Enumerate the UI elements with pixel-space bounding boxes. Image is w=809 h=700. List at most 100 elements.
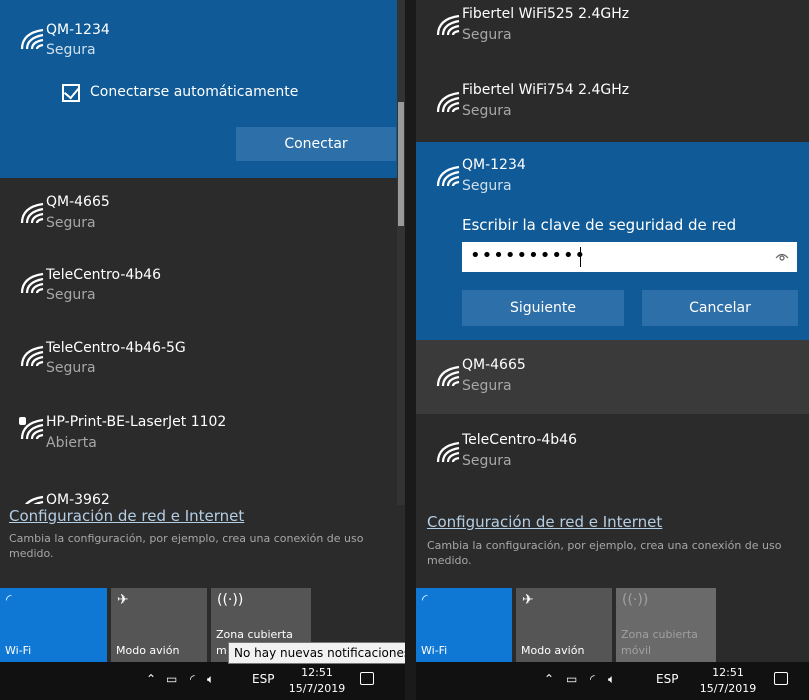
tile-label: Wi-Fi [421, 644, 448, 657]
wifi-icon: ◜ [6, 592, 12, 608]
network-status: Segura [46, 287, 96, 303]
clock-date: 15/7/2019 [288, 682, 346, 695]
network-item[interactable]: Fibertel WiFi525 2.4GHz Segura [416, 0, 809, 58]
network-settings-description: Cambia la configuración, por ejemplo, cr… [9, 532, 364, 560]
battery-icon[interactable]: ▭ [166, 672, 177, 686]
network-flyout-right: Fibertel WiFi525 2.4GHz Segura Fibertel … [416, 0, 809, 700]
wifi-signal-icon [20, 345, 45, 368]
wifi-signal-icon [20, 495, 45, 504]
language-indicator[interactable]: ESP [656, 672, 678, 686]
network-flyout-left: QM-1234 Segura Conectarse automáticament… [0, 0, 405, 700]
network-settings-link[interactable]: Configuración de red e Internet [427, 513, 662, 531]
network-status: Segura [462, 453, 512, 469]
network-status: Segura [462, 103, 512, 119]
notifications-tooltip: No hay nuevas notificaciones [228, 642, 417, 664]
network-name: TeleCentro-4b46 [462, 432, 577, 448]
password-input[interactable]: •••••••••• [462, 242, 797, 272]
wifi-signal-icon [436, 441, 461, 464]
network-item[interactable]: TeleCentro-4b46 Segura [0, 250, 405, 318]
mobile-hotspot-tile[interactable]: ((·)) Zona cubierta móvil [616, 588, 716, 662]
network-settings-section: Configuración de red e Internet Cambia l… [0, 505, 405, 588]
checkmark-icon [63, 83, 80, 100]
network-settings-description: Cambia la configuración, por ejemplo, cr… [427, 539, 782, 567]
password-mask: •••••••••• [470, 245, 587, 266]
taskbar: ⌃ ▭ ◜ 🔈︎ ESP 12:51 15/7/2019 [0, 662, 405, 700]
notification-center-icon[interactable] [774, 672, 788, 685]
network-status: Segura [462, 27, 512, 43]
network-tray-icon[interactable]: ◜ [590, 672, 595, 686]
connect-button[interactable]: Conectar [236, 127, 396, 161]
hotspot-icon: ((·)) [217, 592, 244, 608]
network-name: QM-1234 [46, 22, 110, 38]
volume-icon[interactable]: 🔈︎ [207, 672, 214, 687]
airplane-mode-tile[interactable]: ✈ Modo avión [111, 588, 207, 662]
network-status: Segura [462, 178, 512, 194]
network-name: TeleCentro-4b46-5G [46, 340, 186, 356]
network-item[interactable]: Fibertel WiFi754 2.4GHz Segura [416, 70, 809, 138]
auto-connect-label: Conectarse automáticamente [90, 84, 299, 100]
network-item-expanded[interactable]: QM-1234 Segura Conectarse automáticament… [0, 0, 405, 178]
tile-label-2: m [216, 644, 227, 657]
clock-time: 12:51 [712, 666, 744, 679]
wifi-signal-icon [20, 272, 45, 295]
wifi-signal-icon [436, 91, 461, 114]
clock[interactable]: 12:51 15/7/2019 [288, 665, 346, 697]
tile-label: Wi-Fi [5, 644, 32, 657]
show-hidden-icons-chevron[interactable]: ⌃ [146, 672, 156, 686]
wifi-signal-icon [436, 165, 461, 188]
wifi-signal-icon [20, 202, 45, 225]
reveal-password-icon[interactable] [775, 250, 789, 262]
airplane-icon: ✈ [522, 592, 534, 608]
network-item-expanded[interactable]: QM-1234 Segura Escribir la clave de segu… [416, 142, 809, 340]
network-item[interactable]: HP-Print-BE-LaserJet 1102 Abierta [0, 398, 405, 466]
text-caret [580, 247, 581, 267]
wifi-open-shield-icon [19, 417, 45, 441]
network-item[interactable]: TeleCentro-4b46-5G Segura [0, 323, 405, 391]
wifi-signal-icon [436, 14, 461, 37]
network-name: QM-3962 [46, 492, 110, 504]
network-status: Segura [46, 42, 96, 58]
hotspot-icon: ((·)) [622, 592, 649, 608]
network-name: Fibertel WiFi525 2.4GHz [462, 6, 630, 22]
network-status: Abierta [46, 435, 97, 451]
network-status: Segura [46, 360, 96, 376]
password-prompt: Escribir la clave de seguridad de red [462, 216, 737, 234]
notification-center-icon[interactable] [360, 672, 374, 685]
network-name: HP-Print-BE-LaserJet 1102 [46, 414, 227, 430]
network-status: Segura [462, 378, 512, 394]
tile-label: Zona cubierta [216, 628, 293, 641]
wifi-signal-icon [20, 28, 45, 51]
airplane-mode-tile[interactable]: ✈ Modo avión [516, 588, 612, 662]
network-item[interactable]: QM-3962 [0, 472, 405, 504]
panel-divider [405, 0, 416, 700]
auto-connect-checkbox[interactable] [62, 83, 80, 102]
network-item[interactable]: TeleCentro-4b46 Segura [416, 420, 809, 488]
network-name: QM-1234 [462, 157, 526, 173]
network-item[interactable]: QM-4665 Segura [0, 178, 405, 246]
wifi-icon: ◜ [422, 592, 428, 608]
wifi-signal-icon [436, 365, 461, 388]
clock-date: 15/7/2019 [699, 682, 757, 695]
volume-icon[interactable]: 🔈︎ [608, 672, 615, 687]
wifi-tile[interactable]: ◜ Wi-Fi [0, 588, 107, 662]
network-tray-icon[interactable]: ◜ [190, 672, 195, 686]
language-indicator[interactable]: ESP [252, 672, 274, 686]
tile-label-2: móvil [621, 644, 652, 657]
network-status: Segura [46, 215, 96, 231]
network-item[interactable]: QM-4665 Segura [416, 340, 809, 414]
battery-icon[interactable]: ▭ [566, 672, 577, 686]
network-list-scrollbar[interactable] [397, 0, 405, 505]
airplane-icon: ✈ [117, 592, 129, 608]
cancel-button[interactable]: Cancelar [642, 290, 798, 326]
network-settings-link[interactable]: Configuración de red e Internet [9, 507, 244, 525]
tile-label: Modo avión [116, 644, 180, 657]
network-name: TeleCentro-4b46 [46, 267, 161, 283]
scrollbar-thumb[interactable] [398, 102, 404, 226]
wifi-tile[interactable]: ◜ Wi-Fi [416, 588, 512, 662]
clock-time: 12:51 [301, 666, 333, 679]
show-hidden-icons-chevron[interactable]: ⌃ [544, 672, 554, 686]
tile-label: Modo avión [521, 644, 585, 657]
next-button[interactable]: Siguiente [462, 290, 624, 326]
taskbar: ⌃ ▭ ◜ 🔈︎ ESP 12:51 15/7/2019 [416, 662, 809, 700]
clock[interactable]: 12:51 15/7/2019 [699, 665, 757, 697]
